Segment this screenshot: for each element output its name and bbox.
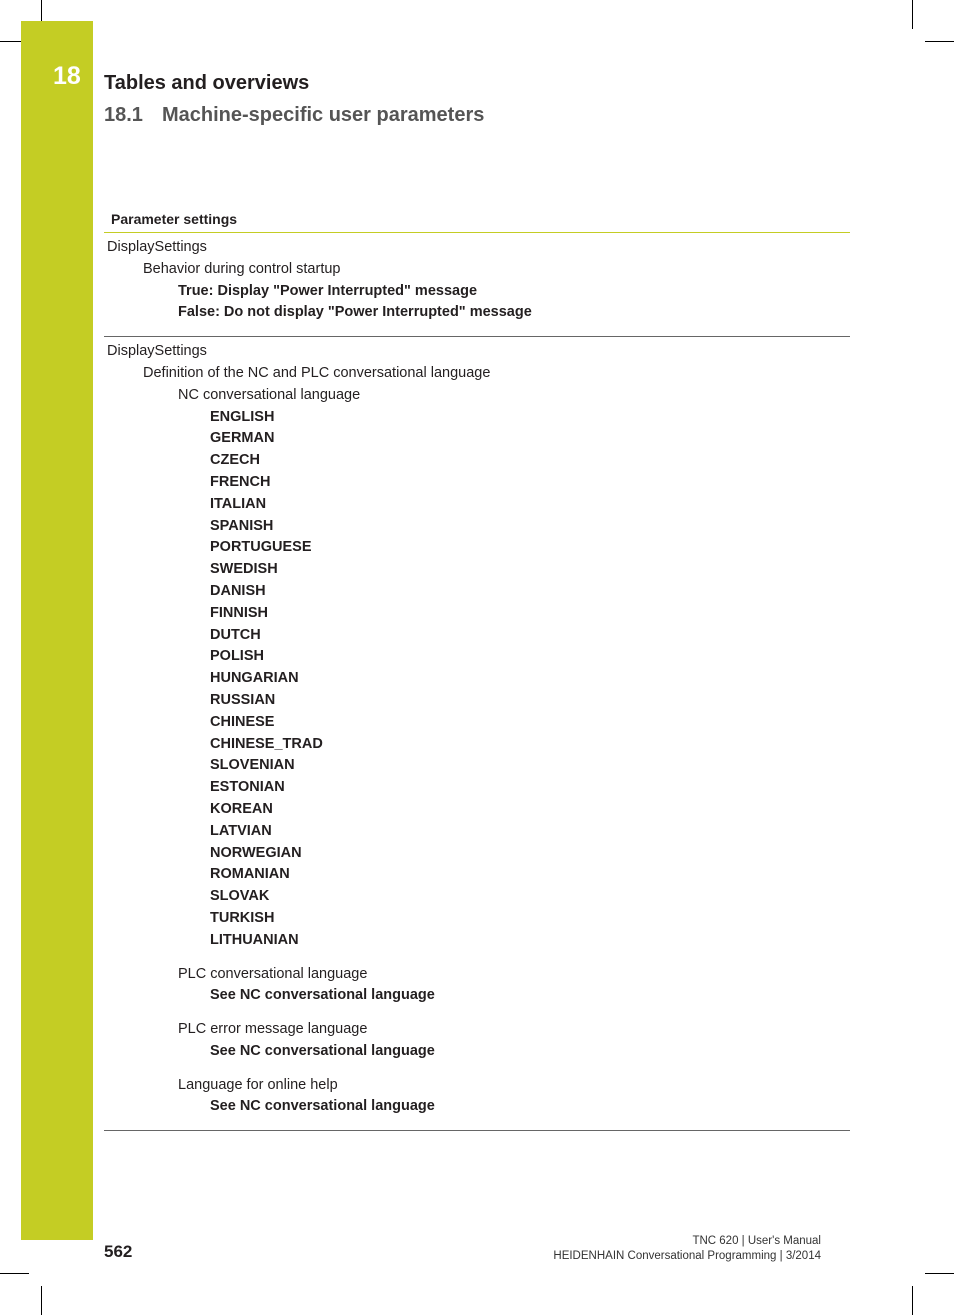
crop-mark xyxy=(41,0,42,21)
table-row: DisplaySettings Behavior during control … xyxy=(104,233,850,338)
language-option: DANISH xyxy=(210,582,266,599)
language-option: SLOVAK xyxy=(210,888,270,905)
language-option: SWEDISH xyxy=(210,561,278,578)
sub-parameter-value: See NC conversational language xyxy=(210,987,435,1004)
sub-parameter-label: PLC error message language xyxy=(178,1021,368,1038)
language-option: CHINESE_TRAD xyxy=(210,735,323,752)
language-option: ITALIAN xyxy=(210,495,267,512)
language-option: ROMANIAN xyxy=(210,866,290,883)
crop-mark xyxy=(912,1286,913,1315)
language-option: PORTUGUESE xyxy=(210,539,312,556)
language-option: LATVIAN xyxy=(210,822,272,839)
value-option: True: Display "Power Interrupted" messag… xyxy=(178,282,478,299)
section-name: Machine-specific user parameters xyxy=(162,104,485,126)
nc-language-label: NC conversational language xyxy=(178,386,361,403)
parameter-label: Definition of the NC and PLC conversatio… xyxy=(143,364,491,381)
footer-line-2: HEIDENHAIN Conversational Programming | … xyxy=(553,1250,821,1262)
table-header: Parameter settings xyxy=(104,208,850,233)
crop-mark xyxy=(41,1286,42,1315)
group-label: DisplaySettings xyxy=(107,343,207,360)
table-row: DisplaySettings Definition of the NC and… xyxy=(104,337,850,1132)
footer-info: TNC 620 | User's Manual HEIDENHAIN Conve… xyxy=(553,1234,821,1264)
language-option: FRENCH xyxy=(210,473,271,490)
language-option: KOREAN xyxy=(210,800,273,817)
crop-mark xyxy=(0,41,21,42)
language-option: FINNISH xyxy=(210,604,268,621)
page-number: 562 xyxy=(104,1242,133,1261)
language-option: CZECH xyxy=(210,452,260,469)
language-option: POLISH xyxy=(210,648,264,665)
crop-mark xyxy=(0,1273,29,1274)
value-option: False: Do not display "Power Interrupted… xyxy=(178,304,532,321)
crop-mark xyxy=(925,1273,954,1274)
chapter-title: Tables and overviews xyxy=(104,72,310,94)
language-list: ENGLISH GERMAN CZECH FRENCH ITALIAN SPANISH PO… xyxy=(107,407,850,952)
language-option: GERMAN xyxy=(210,430,275,447)
language-option: RUSSIAN xyxy=(210,691,276,708)
chapter-tab xyxy=(21,21,93,1240)
section-title: 18.1 Machine-specific user parameters xyxy=(104,104,484,127)
language-option: ESTONIAN xyxy=(210,779,285,796)
language-option: LITHUANIAN xyxy=(210,931,299,948)
language-option: ENGLISH xyxy=(210,408,275,425)
language-option: NORWEGIAN xyxy=(210,844,302,861)
language-option: SLOVENIAN xyxy=(210,757,295,774)
crop-mark xyxy=(925,41,954,42)
sub-parameter-label: PLC conversational language xyxy=(178,965,368,982)
language-option: TURKISH xyxy=(210,909,275,926)
language-option: SPANISH xyxy=(210,517,274,534)
chapter-number: 18 xyxy=(53,62,81,90)
sub-parameter-label: Language for online help xyxy=(178,1076,338,1093)
crop-mark xyxy=(912,0,913,29)
sub-parameter-value: See NC conversational language xyxy=(210,1042,435,1059)
section-number: 18.1 xyxy=(104,104,143,126)
sub-parameter-value: See NC conversational language xyxy=(210,1098,435,1115)
language-option: HUNGARIAN xyxy=(210,670,299,687)
parameter-label: Behavior during control startup xyxy=(143,260,341,277)
language-option: CHINESE xyxy=(210,713,275,730)
parameter-table: Parameter settings DisplaySettings Behav… xyxy=(104,208,850,1132)
footer-line-1: TNC 620 | User's Manual xyxy=(692,1235,821,1247)
group-label: DisplaySettings xyxy=(107,239,207,255)
language-option: DUTCH xyxy=(210,626,261,643)
